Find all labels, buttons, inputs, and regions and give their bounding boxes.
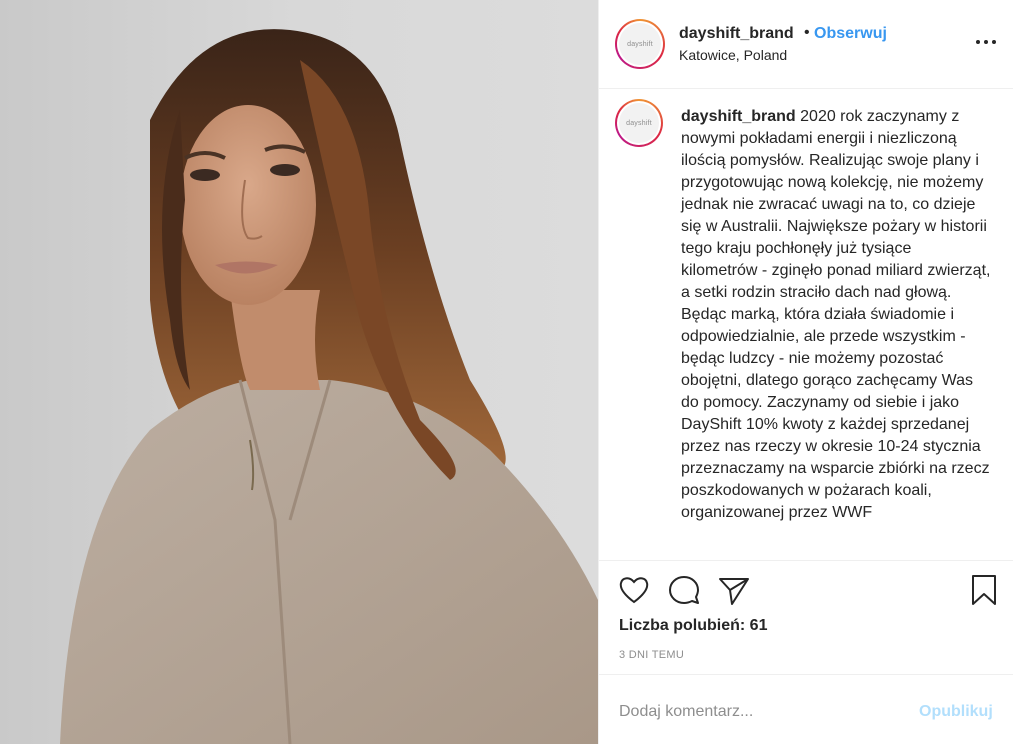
separator-dot: • [804, 24, 810, 41]
action-bar [599, 561, 1013, 611]
post-photo[interactable] [0, 0, 598, 744]
location-link[interactable]: Katowice, Poland [679, 47, 787, 63]
post-header: dayshift dayshift_brand • Obserwuj Katow… [599, 0, 1013, 89]
username-link[interactable]: dayshift_brand [679, 25, 794, 43]
brand-logo: dayshift [619, 103, 659, 143]
more-horizontal-icon[interactable] [974, 30, 998, 54]
comment-form: Opublikuj [599, 674, 1013, 744]
profile-avatar[interactable]: dayshift [615, 19, 665, 69]
paper-plane-icon[interactable] [717, 573, 751, 607]
post-caption: dayshift_brand 2020 rok zaczynamy z nowy… [681, 106, 991, 524]
comment-bubble-icon[interactable] [667, 573, 701, 607]
caption-scroll-area[interactable]: dayshift dayshift_brand 2020 rok zaczyna… [599, 89, 1013, 561]
caption-avatar[interactable]: dayshift [615, 99, 663, 147]
caption-text: 2020 rok zaczynamy z nowymi pokładami en… [681, 108, 991, 521]
post-details-panel: dayshift dayshift_brand • Obserwuj Katow… [598, 0, 1013, 744]
caption-username[interactable]: dayshift_brand [681, 108, 796, 125]
model-portrait-image [0, 0, 598, 744]
bookmark-icon[interactable] [967, 573, 1001, 607]
comment-input[interactable] [619, 703, 909, 721]
post-timestamp[interactable]: 3 DNI TEMU [619, 649, 684, 661]
heart-icon[interactable] [617, 573, 651, 607]
brand-logo: dayshift [619, 23, 661, 65]
publish-button[interactable]: Opublikuj [919, 703, 993, 721]
likes-count[interactable]: Liczba polubień: 61 [619, 617, 767, 635]
follow-button[interactable]: Obserwuj [814, 25, 887, 43]
